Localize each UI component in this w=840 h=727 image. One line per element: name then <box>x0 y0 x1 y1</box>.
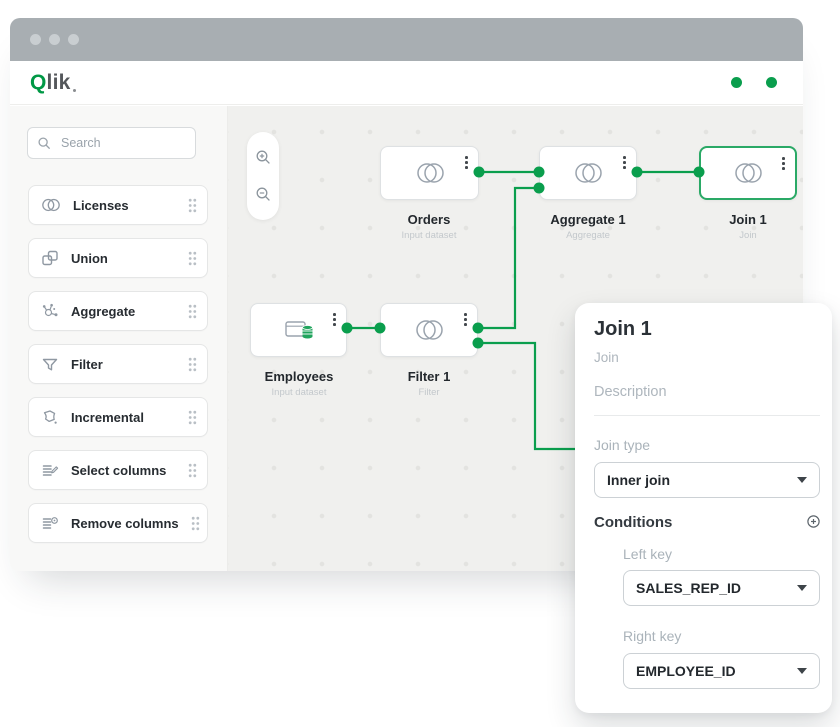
search-icon <box>37 136 51 150</box>
drag-handle-icon[interactable] <box>188 198 197 213</box>
left-key-select[interactable]: SALES_REP_ID <box>623 570 820 606</box>
drag-handle-icon[interactable] <box>188 357 197 372</box>
node-menu-icon[interactable] <box>462 311 469 328</box>
drag-handle-icon[interactable] <box>191 516 200 531</box>
qlik-logo-q: Q <box>30 71 47 95</box>
conditions-label: Conditions <box>594 514 672 531</box>
venn-circles-icon <box>41 197 61 213</box>
node-type: Input dataset <box>380 230 478 241</box>
flow-node-aggregate-1[interactable]: Aggregate 1 Aggregate <box>539 146 637 241</box>
funnel-icon <box>41 356 59 373</box>
chevron-down-icon <box>797 477 807 483</box>
node-name: Filter 1 <box>380 369 478 384</box>
node-menu-icon[interactable] <box>780 155 787 172</box>
join-type-select[interactable]: Inner join <box>594 462 820 498</box>
panel-divider <box>594 415 820 416</box>
sidebar-item-remove-columns[interactable]: Remove columns <box>28 503 208 543</box>
panel-title: Join 1 <box>594 318 652 341</box>
node-menu-icon[interactable] <box>463 154 470 171</box>
add-condition-icon[interactable] <box>806 514 821 529</box>
flow-node-employees[interactable]: Employees Input dataset <box>250 303 348 398</box>
qlik-logo-rest: lik <box>47 71 71 95</box>
header-green-dot[interactable] <box>766 77 777 88</box>
node-menu-icon[interactable] <box>331 311 338 328</box>
incremental-icon <box>41 408 59 426</box>
sidebar-item-incremental[interactable]: Incremental <box>28 397 208 437</box>
sidebar-item-label: Aggregate <box>71 304 176 319</box>
sidebar-item-label: Licenses <box>73 198 176 213</box>
left-key-value: SALES_REP_ID <box>636 580 797 596</box>
node-menu-icon[interactable] <box>621 154 628 171</box>
venn-circles-icon <box>412 318 446 342</box>
union-squares-icon <box>41 249 59 267</box>
window-control-dot[interactable] <box>30 34 41 45</box>
zoom-in-button[interactable] <box>252 147 274 169</box>
left-key-label: Left key <box>623 546 672 562</box>
venn-circles-icon <box>731 161 765 185</box>
node-name: Join 1 <box>699 212 797 227</box>
description-placeholder[interactable]: Description <box>594 384 667 400</box>
flow-node-join-1[interactable]: Join 1 Join <box>699 146 797 241</box>
sidebar-item-label: Remove columns <box>71 516 179 531</box>
node-type: Aggregate <box>539 230 637 241</box>
sidebar-item-filter[interactable]: Filter <box>28 344 208 384</box>
window-control-dot[interactable] <box>49 34 60 45</box>
qlik-flow-screenshot: Qlik <box>0 0 840 727</box>
blocks-sidebar: Licenses Union <box>10 106 228 571</box>
right-key-select[interactable]: EMPLOYEE_ID <box>623 653 820 689</box>
sidebar-item-label: Filter <box>71 357 176 372</box>
right-key-value: EMPLOYEE_ID <box>636 663 797 679</box>
header-green-dot[interactable] <box>731 77 742 88</box>
window-titlebar <box>10 18 803 61</box>
drag-handle-icon[interactable] <box>188 251 197 266</box>
sidebar-item-union[interactable]: Union <box>28 238 208 278</box>
select-columns-icon <box>41 462 59 479</box>
sidebar-item-licenses[interactable]: Licenses <box>28 185 208 225</box>
drag-handle-icon[interactable] <box>188 463 197 478</box>
dataset-table-icon <box>283 318 315 342</box>
node-name: Employees <box>250 369 348 384</box>
sidebar-item-label: Incremental <box>71 410 176 425</box>
node-name: Aggregate 1 <box>539 212 637 227</box>
sidebar-item-label: Select columns <box>71 463 176 478</box>
header-status-dots <box>731 77 787 88</box>
sidebar-item-select-columns[interactable]: Select columns <box>28 450 208 490</box>
node-type: Input dataset <box>250 387 348 398</box>
venn-circles-icon <box>571 161 605 185</box>
zoom-out-button[interactable] <box>252 183 274 205</box>
panel-subtitle: Join <box>594 350 619 365</box>
app-header: Qlik <box>10 61 803 105</box>
node-name: Orders <box>380 212 478 227</box>
block-list: Licenses Union <box>28 185 208 543</box>
remove-columns-icon <box>41 515 59 532</box>
venn-circles-icon <box>413 161 447 185</box>
drag-handle-icon[interactable] <box>188 410 197 425</box>
flow-node-filter-1[interactable]: Filter 1 Filter <box>380 303 478 398</box>
sidebar-item-aggregate[interactable]: Aggregate <box>28 291 208 331</box>
join-type-value: Inner join <box>607 472 797 488</box>
chevron-down-icon <box>797 585 807 591</box>
node-type: Join <box>699 230 797 241</box>
window-control-dot[interactable] <box>68 34 79 45</box>
qlik-logo-trademark-dot <box>73 89 76 92</box>
flow-node-orders[interactable]: Orders Input dataset <box>380 146 478 241</box>
qlik-logo: Qlik <box>30 71 76 95</box>
search-input[interactable] <box>59 135 186 151</box>
search-box[interactable] <box>27 127 196 159</box>
sidebar-item-label: Union <box>71 251 176 266</box>
drag-handle-icon[interactable] <box>188 304 197 319</box>
join-type-label: Join type <box>594 437 650 453</box>
aggregate-network-icon <box>41 302 59 320</box>
right-key-label: Right key <box>623 628 681 644</box>
node-type: Filter <box>380 387 478 398</box>
properties-panel: Join 1 Join Description Join type Inner … <box>575 303 832 713</box>
zoom-controls <box>247 132 279 220</box>
chevron-down-icon <box>797 668 807 674</box>
